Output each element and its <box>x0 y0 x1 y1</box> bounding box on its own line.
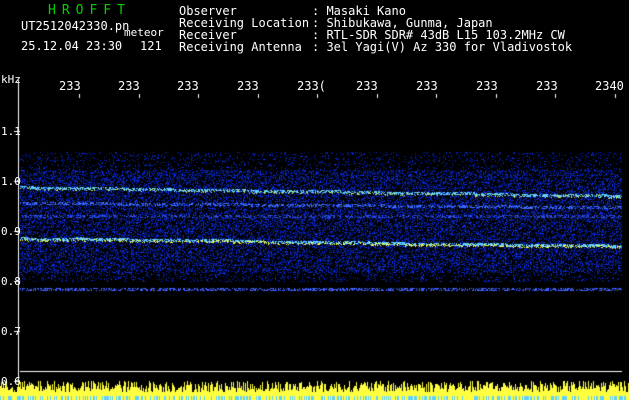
freq-tick-label: 0.9 <box>1 225 21 238</box>
freq-tick-label: 1.0 <box>1 175 21 188</box>
time-tick-label: 233 <box>416 79 438 93</box>
time-tick-label: 233 <box>177 79 199 93</box>
freq-tick-label: 0.8 <box>1 275 21 288</box>
hrofft-spectrogram-window: HROFFT UT2512042330.pn meteor 25.12.04 2… <box>0 0 629 400</box>
time-tick-label: 233 <box>476 79 498 93</box>
time-tick-label: 233 <box>356 79 378 93</box>
freq-tick-label: 0.7 <box>1 325 21 338</box>
spectrogram-canvas <box>0 0 629 400</box>
meteor-label: meteor <box>124 26 164 39</box>
antenna-value: : 3el Yagi(V) Az 330 for Vladivostok <box>312 40 573 54</box>
count-text: 121 <box>140 39 162 53</box>
time-tick-label: 233 <box>59 79 81 93</box>
time-tick-label: 233 <box>118 79 140 93</box>
time-tick-label: 233( <box>297 79 326 93</box>
freq-tick-label: 0.6 <box>1 375 21 388</box>
time-tick-label: 2340 <box>595 79 624 93</box>
datetime-text: 25.12.04 23:30 <box>21 39 123 53</box>
freq-unit-label: kHz <box>1 73 21 86</box>
time-tick-label: 233 <box>237 79 259 93</box>
hrofft-logo: HROFFT <box>48 3 131 18</box>
freq-tick-label: 1.1 <box>1 125 21 138</box>
antenna-label: Receiving Antenna <box>179 40 302 54</box>
time-tick-label: 233 <box>536 79 558 93</box>
filename-text: UT2512042330.pn <box>21 19 130 33</box>
